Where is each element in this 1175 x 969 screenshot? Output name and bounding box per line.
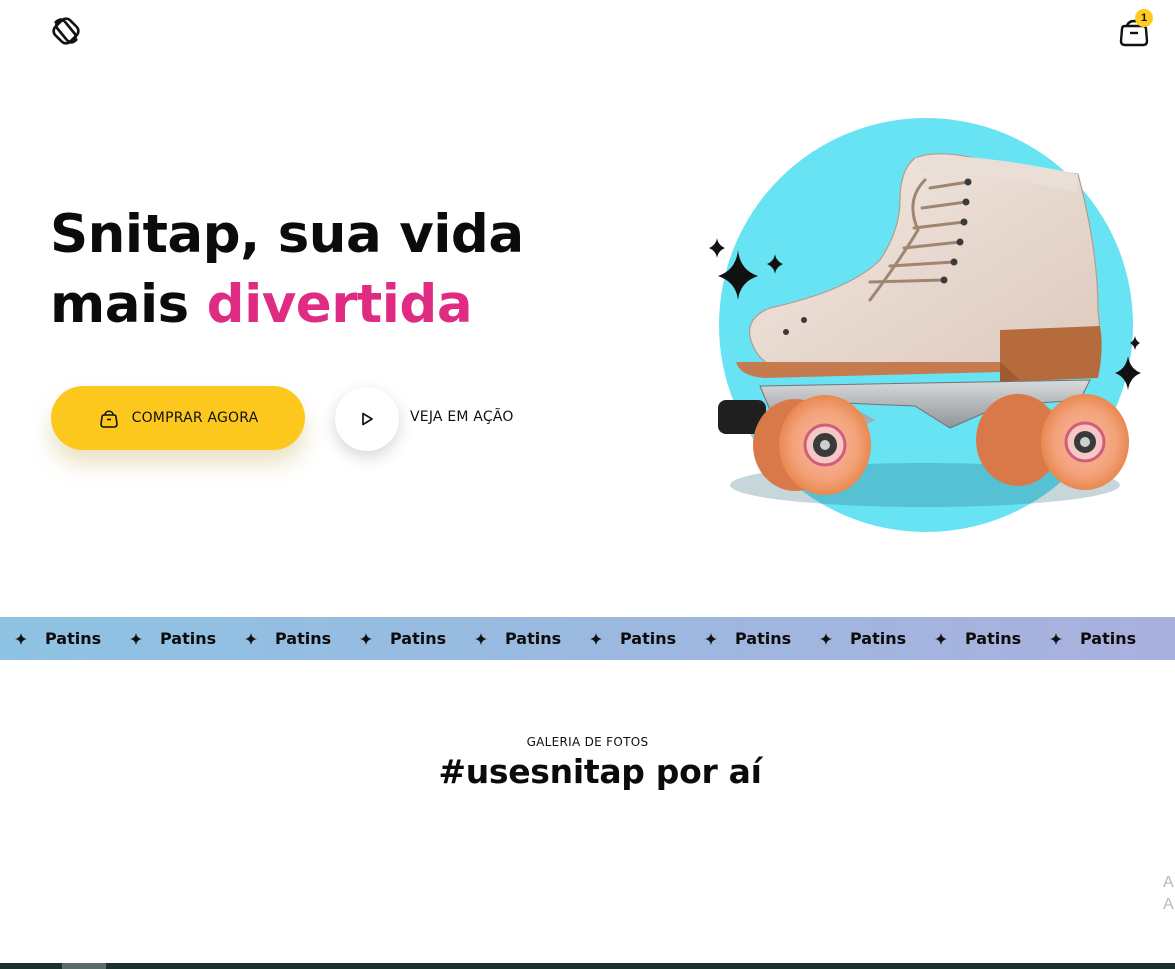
buy-now-button[interactable]: COMPRAR AGORA (51, 386, 305, 450)
play-video-button[interactable] (335, 387, 399, 451)
marquee-label: Patins (1080, 629, 1137, 648)
hero-title-line2-prefix: mais (50, 274, 207, 335)
marquee-label: Patins (45, 629, 102, 648)
marquee-label: Patins (505, 629, 562, 648)
marquee-item: Patins (805, 629, 920, 648)
marquee-label: Patins (390, 629, 447, 648)
hero-title: Snitap, sua vida mais divertida (50, 200, 610, 340)
hero-image (700, 110, 1150, 540)
edge-text-line: A (1163, 874, 1174, 891)
roller-skate-image (709, 118, 1141, 532)
gallery-title: #usesnitap por aí (438, 752, 762, 791)
scrollbar-thumb[interactable] (62, 963, 106, 969)
marquee-item: Patins (920, 629, 1035, 648)
marquee-label: Patins (850, 629, 907, 648)
sparkle-star-icon (590, 632, 602, 645)
marquee-item: Patins (345, 629, 460, 648)
marquee-item: Patins (1035, 629, 1150, 648)
marquee-item: Patins (230, 629, 345, 648)
sparkle-star-icon (245, 632, 257, 645)
play-icon (362, 412, 373, 426)
cart-count-badge: 1 (1135, 9, 1153, 27)
marquee-label: Patins (620, 629, 677, 648)
marquee-item: Patins (0, 629, 115, 648)
marquee-item: Patins (460, 629, 575, 648)
hero-title-accent: divertida (206, 274, 473, 335)
marquee-item: Patins (690, 629, 805, 648)
marquee-item: Patins (115, 629, 230, 648)
marquee-label: Patins (160, 629, 217, 648)
horizontal-scrollbar[interactable] (0, 963, 1175, 969)
play-video-label[interactable]: VEJA EM AÇÃO (410, 409, 514, 425)
marquee-label: Patins (275, 629, 332, 648)
marquee-label: Patins (735, 629, 792, 648)
buy-now-label: COMPRAR AGORA (131, 410, 259, 426)
edge-text-line: A (1163, 896, 1174, 913)
sparkle-star-icon (705, 632, 717, 645)
sparkle-star-icon (360, 632, 372, 645)
marquee-band: Patins Patins Patins Patins Patins Patins Pati… (0, 617, 1175, 660)
sparkle-star-icon (130, 632, 142, 645)
sparkle-star-icon (1050, 632, 1062, 645)
shopping-bag-icon (99, 410, 118, 428)
marquee-item: Patins (575, 629, 690, 648)
sparkle-star-icon (475, 632, 487, 645)
edge-text: A A (1163, 872, 1174, 916)
hero-title-line1: Snitap, sua vida (50, 204, 524, 265)
sparkle-star-icon (935, 632, 947, 645)
sparkle-star-icon (15, 632, 27, 645)
marquee-label: Patins (965, 629, 1022, 648)
gallery-eyebrow: GALERIA DE FOTOS (526, 735, 649, 749)
sparkle-star-icon (820, 632, 832, 645)
snitap-logo-icon[interactable] (49, 14, 83, 48)
